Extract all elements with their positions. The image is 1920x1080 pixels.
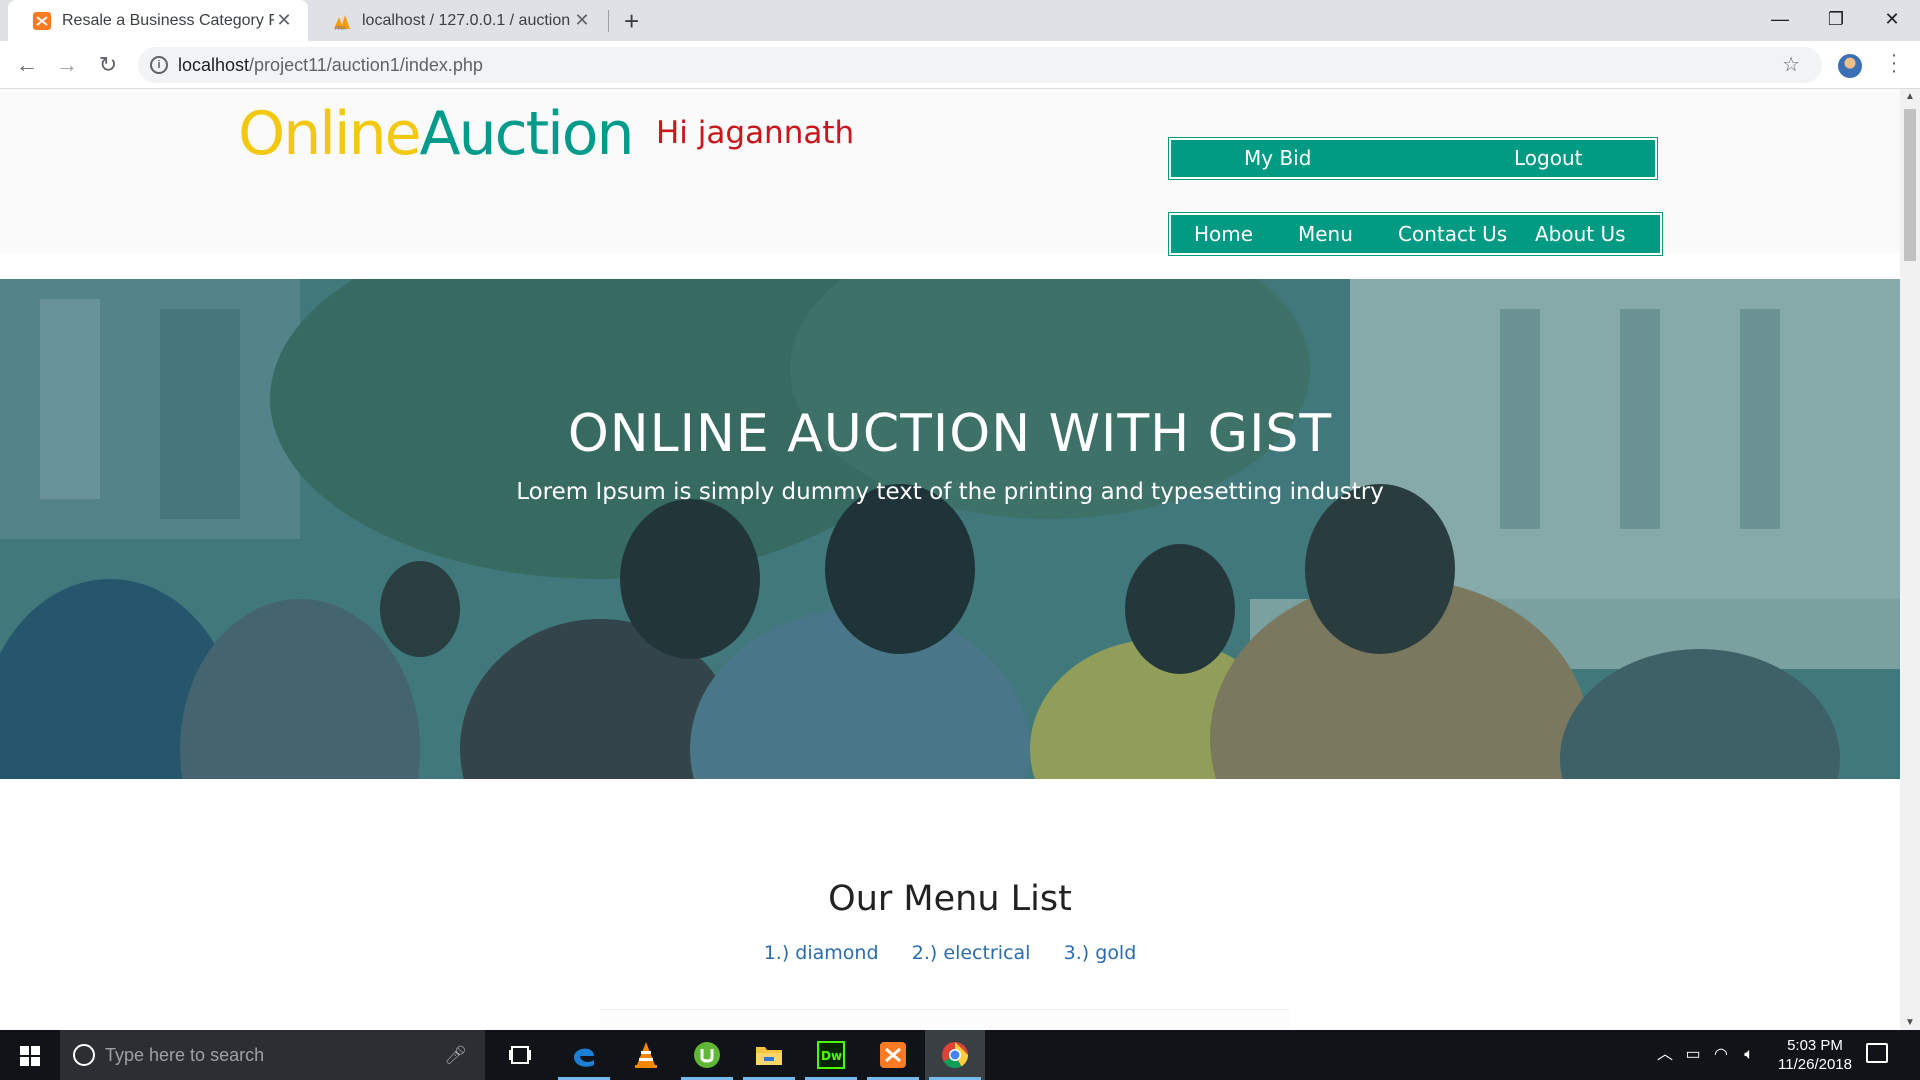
action-center-icon[interactable] xyxy=(1866,1043,1888,1063)
nav-home[interactable]: Home xyxy=(1194,215,1253,253)
microphone-icon[interactable]: 🎤︎ xyxy=(444,1030,467,1080)
user-menu-bar: My Bid Logout xyxy=(1168,137,1658,180)
windows-start-icon[interactable] xyxy=(0,1030,60,1080)
clock-time: 5:03 PM xyxy=(1787,1037,1843,1054)
logo-part-online: Online xyxy=(238,99,422,169)
wifi-icon[interactable]: ◠ xyxy=(1708,1030,1734,1080)
clock-date: 11/26/2018 xyxy=(1778,1056,1852,1073)
main-navigation: Home Menu Contact Us About Us xyxy=(1168,212,1663,256)
show-hidden-icons-icon[interactable]: ︿ xyxy=(1652,1030,1678,1080)
menu-item-electrical[interactable]: 2.) electrical xyxy=(912,942,1031,964)
nav-contact-us[interactable]: Contact Us xyxy=(1398,215,1507,253)
logout-link[interactable]: Logout xyxy=(1514,140,1582,177)
nav-about-us[interactable]: About Us xyxy=(1535,215,1626,253)
phpmyadmin-icon: PMA xyxy=(334,14,350,31)
xampp-icon[interactable] xyxy=(863,1030,923,1080)
scroll-up-icon[interactable]: ▲ xyxy=(1905,91,1915,102)
tab-title: Resale a Business Category Flat Bootstra… xyxy=(62,11,274,29)
url-host: localhost xyxy=(178,55,250,75)
file-explorer-icon[interactable] xyxy=(739,1030,799,1080)
menu-item-gold[interactable]: 3.) gold xyxy=(1064,942,1137,964)
system-clock[interactable]: 5:03 PM 11/26/2018 xyxy=(1760,1036,1870,1074)
browser-tabstrip: Resale a Business Category Flat Bootstra… xyxy=(0,0,1920,41)
scrollbar-thumb[interactable] xyxy=(1904,109,1916,261)
menu-list: 1.) diamond 2.) electrical 3.) gold xyxy=(0,942,1900,965)
dreamweaver-icon[interactable]: Dw xyxy=(801,1030,861,1080)
forward-icon[interactable]: → xyxy=(51,49,83,81)
tab-separator xyxy=(608,10,609,32)
utorrent-icon[interactable] xyxy=(677,1030,737,1080)
edge-icon[interactable] xyxy=(554,1030,614,1080)
new-tab-icon[interactable]: + xyxy=(624,6,639,37)
cortana-icon xyxy=(73,1044,95,1066)
page-viewport: OnlineAuction Hi jagannath My Bid Logout… xyxy=(0,89,1900,1030)
bookmark-star-icon[interactable]: ☆ xyxy=(1782,47,1800,83)
close-window-icon[interactable]: ✕ xyxy=(1864,0,1920,41)
search-placeholder: Type here to search xyxy=(105,1045,265,1065)
address-bar[interactable]: i localhost/project11/auction1/index.php… xyxy=(138,47,1822,83)
hero-banner: ONLINE AUCTION WITH GIST Lorem Ipsum is … xyxy=(0,279,1900,779)
back-icon[interactable]: ← xyxy=(11,49,43,81)
menu-item-diamond[interactable]: 1.) diamond xyxy=(764,942,879,964)
scroll-down-icon[interactable]: ▼ xyxy=(1905,1017,1915,1028)
browser-menu-icon[interactable]: · · · xyxy=(1884,45,1904,81)
volume-icon[interactable]: 🔈︎ xyxy=(1736,1030,1762,1080)
hero-title: ONLINE AUCTION WITH GIST xyxy=(567,404,1333,464)
my-bid-link[interactable]: My Bid xyxy=(1244,140,1311,177)
page-scrollbar[interactable]: ▲ ▼ xyxy=(1900,89,1920,1030)
reload-icon[interactable]: ↻ xyxy=(92,49,124,81)
url-path: /project11/auction1/index.php xyxy=(249,55,483,75)
chrome-icon[interactable] xyxy=(925,1030,985,1080)
taskbar-search-box[interactable]: Type here to search 🎤︎ xyxy=(60,1030,485,1080)
menu-section-title: Our Menu List xyxy=(828,879,1072,919)
content-panel-top xyxy=(600,1009,1290,1030)
task-view-icon[interactable] xyxy=(490,1030,550,1080)
site-header: OnlineAuction Hi jagannath My Bid Logout… xyxy=(0,89,1900,256)
nav-menu[interactable]: Menu xyxy=(1298,215,1353,253)
logo-part-auction: Auction xyxy=(419,99,635,169)
svg-text:Dw: Dw xyxy=(821,1049,842,1063)
windows-taskbar: Type here to search 🎤︎ Dw ︿ ▭ ◠ 🔈︎ 5:03 … xyxy=(0,1030,1920,1080)
xampp-icon xyxy=(33,11,51,30)
site-info-icon[interactable]: i xyxy=(150,56,168,74)
tab-close-icon[interactable]: ✕ xyxy=(572,10,592,31)
restore-icon[interactable]: ❐ xyxy=(1808,0,1864,41)
browser-toolbar: ← → ↻ i localhost/project11/auction1/ind… xyxy=(0,41,1920,89)
hero-subtitle: Lorem Ipsum is simply dummy text of the … xyxy=(516,479,1384,505)
user-greeting: Hi jagannath xyxy=(656,115,855,151)
minimize-icon[interactable]: — xyxy=(1752,0,1808,41)
browser-tab-inactive[interactable]: PMA localhost / 127.0.0.1 / auction / it… xyxy=(308,0,606,41)
tab-title: localhost / 127.0.0.1 / auction / items … xyxy=(362,11,572,29)
hero-overlay xyxy=(0,279,1900,779)
svg-text:PMA: PMA xyxy=(335,26,346,31)
profile-avatar[interactable] xyxy=(1838,54,1862,78)
site-logo[interactable]: OnlineAuction xyxy=(238,99,635,169)
tab-close-icon[interactable]: ✕ xyxy=(274,10,294,31)
browser-tab-active[interactable]: Resale a Business Category Flat Bootstra… xyxy=(8,0,308,41)
vlc-icon[interactable] xyxy=(616,1030,676,1080)
battery-icon[interactable]: ▭ xyxy=(1680,1030,1706,1080)
